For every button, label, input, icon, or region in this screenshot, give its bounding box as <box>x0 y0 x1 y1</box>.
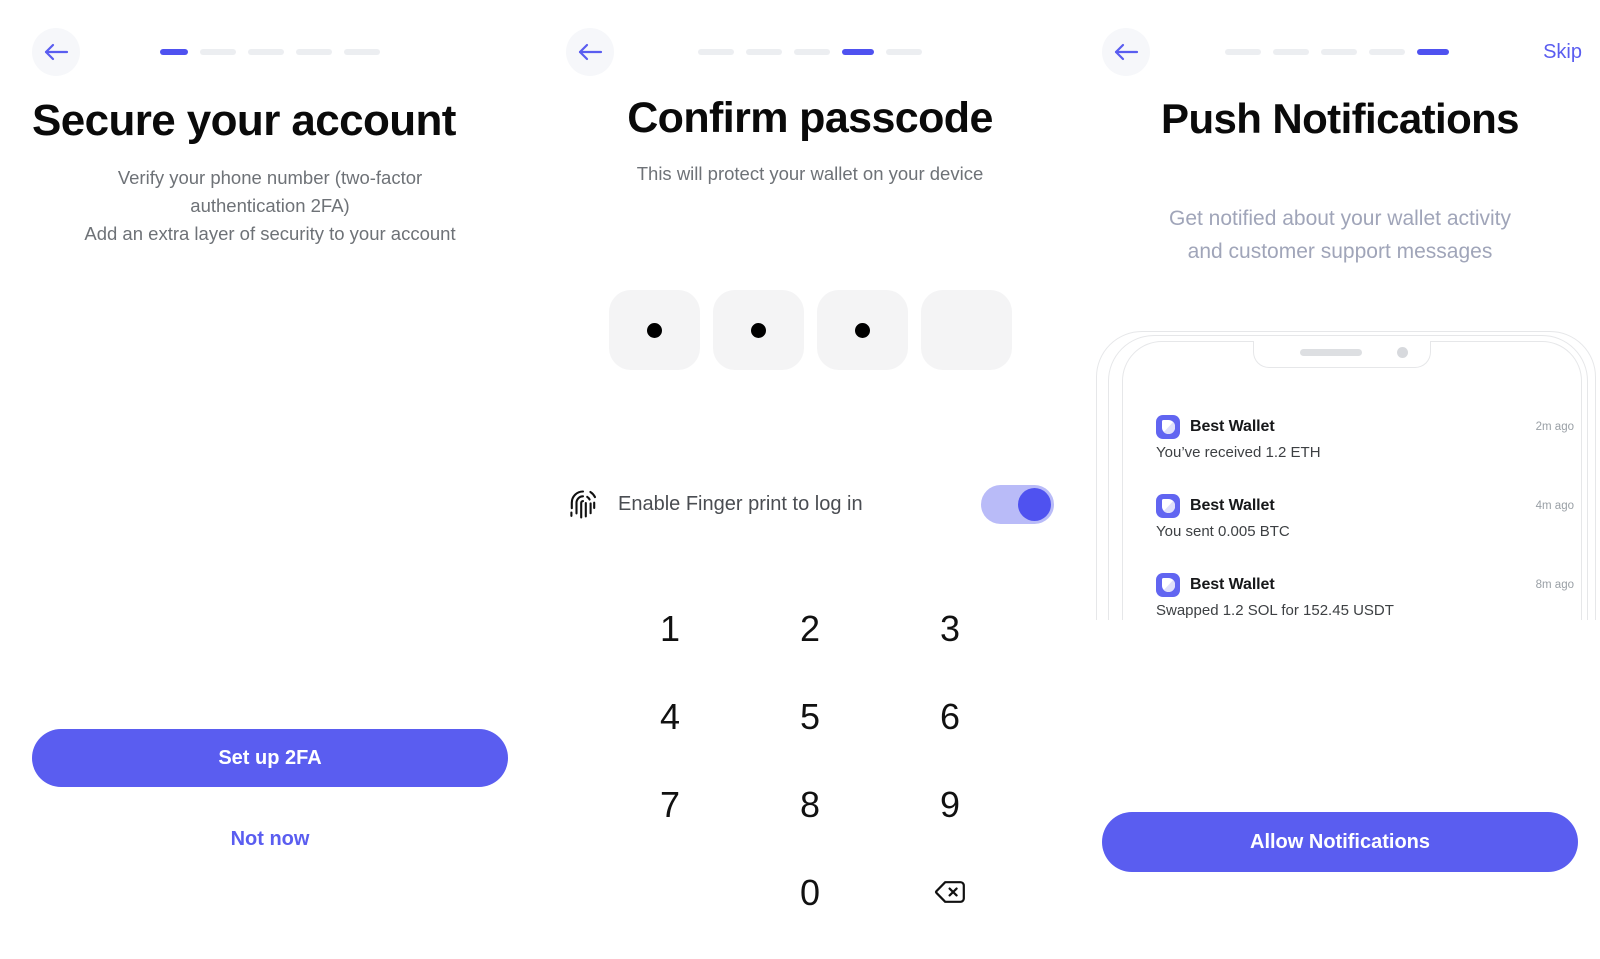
notification-header: Best Wallet 2m ago <box>1156 415 1574 439</box>
notification-body: Swapped 1.2 SOL for 152.45 USDT <box>1156 602 1394 619</box>
keypad-key-9[interactable]: 9 <box>880 761 1020 849</box>
toggle-knob <box>1018 488 1051 521</box>
progress-indicator <box>698 49 922 55</box>
notification-item[interactable]: Best Wallet 4m ago You sent 0.005 BTC <box>1156 494 1574 540</box>
setup-2fa-button[interactable]: Set up 2FA <box>32 729 508 787</box>
notification-item[interactable]: Best Wallet 2m ago You’ve received 1.2 E… <box>1156 415 1574 461</box>
progress-segment-5 <box>886 49 922 55</box>
screen2-topbar <box>566 26 1054 78</box>
page-subtitle: Verify your phone number (two-factor aut… <box>24 164 516 248</box>
progress-segment-4 <box>842 49 874 55</box>
keypad-key-8[interactable]: 8 <box>740 761 880 849</box>
passcode-digit-3[interactable] <box>816 290 908 370</box>
arrow-left-icon <box>1113 42 1139 62</box>
notification-body: You sent 0.005 BTC <box>1156 523 1290 540</box>
notification-timestamp: 4m ago <box>1535 500 1574 512</box>
back-button[interactable] <box>1102 28 1150 76</box>
arrow-left-icon <box>43 42 69 62</box>
progress-segment-3 <box>248 49 284 55</box>
best-wallet-app-icon <box>1156 415 1180 439</box>
subtitle-line: Add an extra layer of security to your a… <box>84 223 456 244</box>
progress-segment-4 <box>296 49 332 55</box>
progress-segment-5 <box>344 49 380 55</box>
keypad-key-6[interactable]: 6 <box>880 673 1020 761</box>
notification-app-name: Best Wallet <box>1190 418 1275 435</box>
keypad-key-3[interactable]: 3 <box>880 585 1020 673</box>
fingerprint-label: Enable Finger print to log in <box>618 493 863 515</box>
progress-segment-5 <box>1416 49 1449 55</box>
progress-segment-3 <box>1320 49 1357 55</box>
page-title: Confirm passcode <box>627 94 993 142</box>
subtitle-line: authentication 2FA) <box>190 195 350 216</box>
fingerprint-setting-row: Enable Finger print to log in <box>566 485 1054 524</box>
screen3-topbar: Skip <box>1102 26 1582 78</box>
keypad-key-2[interactable]: 2 <box>740 585 880 673</box>
progress-segment-1 <box>1224 49 1261 55</box>
keypad-key-1[interactable]: 1 <box>600 585 740 673</box>
notification-header: Best Wallet 8m ago <box>1156 573 1574 597</box>
progress-segment-3 <box>794 49 830 55</box>
passcode-dot <box>854 322 870 338</box>
screen1-topbar <box>32 26 508 78</box>
notification-timestamp: 2m ago <box>1535 421 1574 433</box>
fingerprint-toggle[interactable] <box>981 485 1054 524</box>
keypad-key-5[interactable]: 5 <box>740 673 880 761</box>
passcode-digit-1[interactable] <box>608 290 700 370</box>
allow-notifications-button[interactable]: Allow Notifications <box>1102 812 1578 872</box>
notification-app-name: Best Wallet <box>1190 497 1275 514</box>
progress-indicator <box>1224 49 1449 55</box>
arrow-left-icon <box>577 42 603 62</box>
notification-app-name: Best Wallet <box>1190 576 1275 593</box>
fingerprint-icon <box>566 487 600 523</box>
skip-button[interactable]: Skip <box>1543 41 1582 64</box>
subtitle-line: Verify your phone number (two-factor <box>117 167 423 188</box>
progress-indicator <box>160 49 380 55</box>
notification-header: Best Wallet 4m ago <box>1156 494 1574 518</box>
passcode-digit-4[interactable] <box>920 290 1012 370</box>
back-button[interactable] <box>32 28 80 76</box>
page-title: Secure your account <box>32 96 456 145</box>
backspace-icon <box>933 872 967 914</box>
speaker-grille-icon <box>1300 349 1362 356</box>
screen-push-notifications: Skip Push Notifications Get notified abo… <box>1080 0 1600 959</box>
passcode-digit-2[interactable] <box>712 290 804 370</box>
onboarding-screens: Secure your account Verify your phone nu… <box>0 0 1600 959</box>
page-subtitle: This will protect your wallet on your de… <box>636 163 984 184</box>
passcode-input[interactable] <box>540 290 1080 370</box>
page-subtitle: Get notified about your wallet activity … <box>1110 202 1570 268</box>
progress-segment-4 <box>1368 49 1405 55</box>
best-wallet-app-icon <box>1156 494 1180 518</box>
screen-confirm-passcode: Confirm passcode This will protect your … <box>540 0 1080 959</box>
progress-segment-2 <box>1272 49 1309 55</box>
back-button[interactable] <box>566 28 614 76</box>
notification-list: Best Wallet 2m ago You’ve received 1.2 E… <box>1156 415 1574 620</box>
notification-timestamp: 8m ago <box>1535 579 1574 591</box>
front-camera-icon <box>1397 347 1408 358</box>
subtitle-line: Get notified about your wallet activity <box>1168 207 1511 230</box>
notification-body: You’ve received 1.2 ETH <box>1156 444 1321 461</box>
phone-notch <box>1253 341 1431 368</box>
notification-item[interactable]: Best Wallet 8m ago Swapped 1.2 SOL for 1… <box>1156 573 1574 619</box>
passcode-dot <box>646 322 662 338</box>
subtitle-line: and customer support messages <box>1187 240 1493 263</box>
progress-segment-1 <box>160 49 188 55</box>
keypad-key-4[interactable]: 4 <box>600 673 740 761</box>
phone-mockup: Best Wallet 2m ago You’ve received 1.2 E… <box>1088 325 1596 620</box>
screen-secure-your-account: Secure your account Verify your phone nu… <box>0 0 540 959</box>
keypad-key-blank <box>600 849 740 937</box>
keypad-key-0[interactable]: 0 <box>740 849 880 937</box>
numeric-keypad: 1 2 3 4 5 6 7 8 9 0 <box>600 585 1020 937</box>
passcode-dot <box>750 322 766 338</box>
progress-segment-1 <box>698 49 734 55</box>
best-wallet-app-icon <box>1156 573 1180 597</box>
not-now-link[interactable]: Not now <box>0 828 540 851</box>
progress-segment-2 <box>746 49 782 55</box>
page-title: Push Notifications <box>1161 95 1519 142</box>
keypad-backspace-key[interactable] <box>880 849 1020 937</box>
keypad-key-7[interactable]: 7 <box>600 761 740 849</box>
progress-segment-2 <box>200 49 236 55</box>
